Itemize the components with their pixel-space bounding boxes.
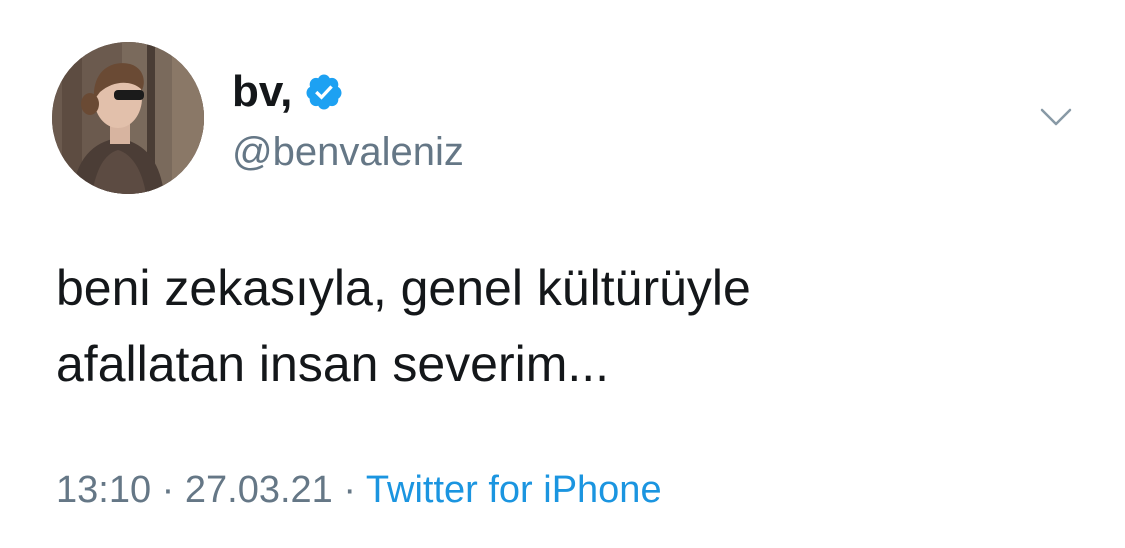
tweet-time[interactable]: 13:10 (56, 469, 151, 511)
tweet-date[interactable]: 27.03.21 (185, 469, 333, 511)
chevron-down-icon[interactable] (1036, 104, 1076, 132)
display-name-row: bv, (232, 64, 464, 120)
tweet-metadata: 13:10 · 27.03.21 · Twitter for iPhone (56, 466, 662, 514)
tweet-text: beni zekasıyla, genel kültürüyle afallat… (56, 250, 1056, 402)
avatar-photo (52, 42, 204, 194)
meta-separator: · (161, 469, 175, 511)
tweet-text-line: afallatan insan severim... (56, 336, 610, 392)
tweet-text-line: beni zekasıyla, genel kültürüyle (56, 260, 751, 316)
user-handle[interactable]: @benvaleniz (232, 126, 464, 178)
display-name[interactable]: bv, (232, 64, 292, 120)
verified-badge-icon (306, 74, 342, 110)
meta-separator: · (343, 469, 357, 511)
tweet-card: bv, @benvaleniz beni zekasıyla, genel kü… (0, 0, 1125, 548)
avatar[interactable] (52, 42, 204, 194)
user-names: bv, @benvaleniz (232, 64, 464, 178)
tweet-source-link[interactable]: Twitter for iPhone (366, 469, 662, 511)
